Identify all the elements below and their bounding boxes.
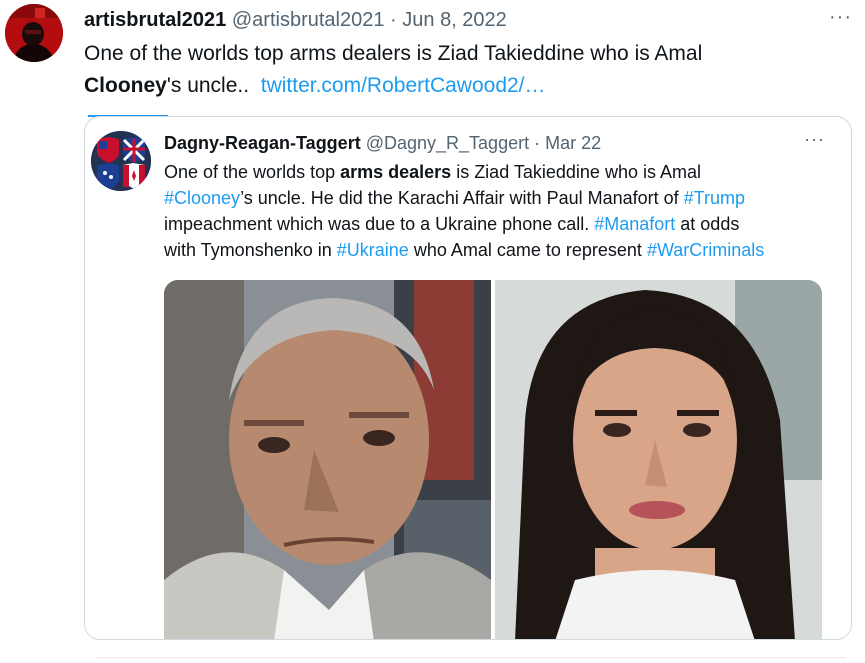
bottom-divider [96, 657, 846, 659]
tweet-text-bold: Clooney [84, 74, 167, 97]
quoted-display-name[interactable]: Dagny-Reagan-Taggert [164, 133, 361, 153]
separator: · [390, 9, 397, 31]
hashtag-clooney[interactable]: #Clooney [164, 188, 240, 208]
tweet-text-part1: One of the worlds top arms dealers is Zi… [84, 42, 703, 65]
tweet-header: artisbrutal2021 @artisbrutal2021 · Jun 8… [84, 7, 507, 33]
quoted-tweet-text: One of the worlds top arms dealers is Zi… [164, 159, 834, 263]
quoted-separator: · [534, 133, 541, 153]
avatar-image [5, 4, 63, 62]
quoted-text-7: who Amal came to represent [408, 240, 647, 260]
man-portrait-image [164, 280, 491, 639]
user-handle[interactable]: @artisbrutal2021 [232, 9, 385, 31]
quoted-text-6: with Tymonshenko in [164, 240, 337, 260]
photo-woman[interactable] [495, 280, 822, 639]
flags-avatar-image [91, 131, 151, 191]
quoted-text-1: One of the worlds top [164, 162, 341, 182]
tweet-text: One of the worlds top arms dealers is Zi… [84, 38, 844, 102]
hashtag-manafort[interactable]: #Manafort [594, 214, 675, 234]
quoted-text-3: ’s uncle. He did the Karachi Affair with… [240, 188, 684, 208]
quoted-text-5: at odds [675, 214, 740, 234]
tweet-link[interactable]: twitter.com/RobertCawood2/… [261, 74, 546, 97]
hashtag-ukraine[interactable]: #Ukraine [337, 240, 409, 260]
quoted-user-avatar[interactable] [91, 131, 151, 191]
hashtag-trump[interactable]: #Trump [684, 188, 745, 208]
quoted-tweet-card[interactable]: Dagny-Reagan-Taggert @Dagny_R_Taggert · … [84, 116, 852, 640]
tweet-media[interactable] [164, 280, 822, 639]
display-name[interactable]: artisbrutal2021 [84, 9, 226, 31]
hashtag-warcriminals[interactable]: #WarCriminals [647, 240, 764, 260]
quoted-more-options-button[interactable]: ··· [804, 129, 825, 150]
quoted-text-2: is Ziad Takieddine who is Amal [451, 162, 701, 182]
tweet-text-part2: 's uncle.. [166, 74, 250, 97]
tweet-date[interactable]: Jun 8, 2022 [402, 9, 507, 31]
quoted-tweet-header: Dagny-Reagan-Taggert @Dagny_R_Taggert · … [164, 131, 601, 155]
user-avatar[interactable] [5, 4, 63, 62]
quoted-text-4: impeachment which was due to a Ukraine p… [164, 214, 595, 234]
photo-man[interactable] [164, 280, 491, 639]
more-options-button[interactable]: ··· [829, 4, 852, 30]
quoted-user-handle[interactable]: @Dagny_R_Taggert [366, 133, 529, 153]
quoted-text-bold: arms dealers [340, 162, 452, 182]
woman-portrait-image [495, 280, 822, 639]
quoted-tweet-date[interactable]: Mar 22 [545, 133, 601, 153]
